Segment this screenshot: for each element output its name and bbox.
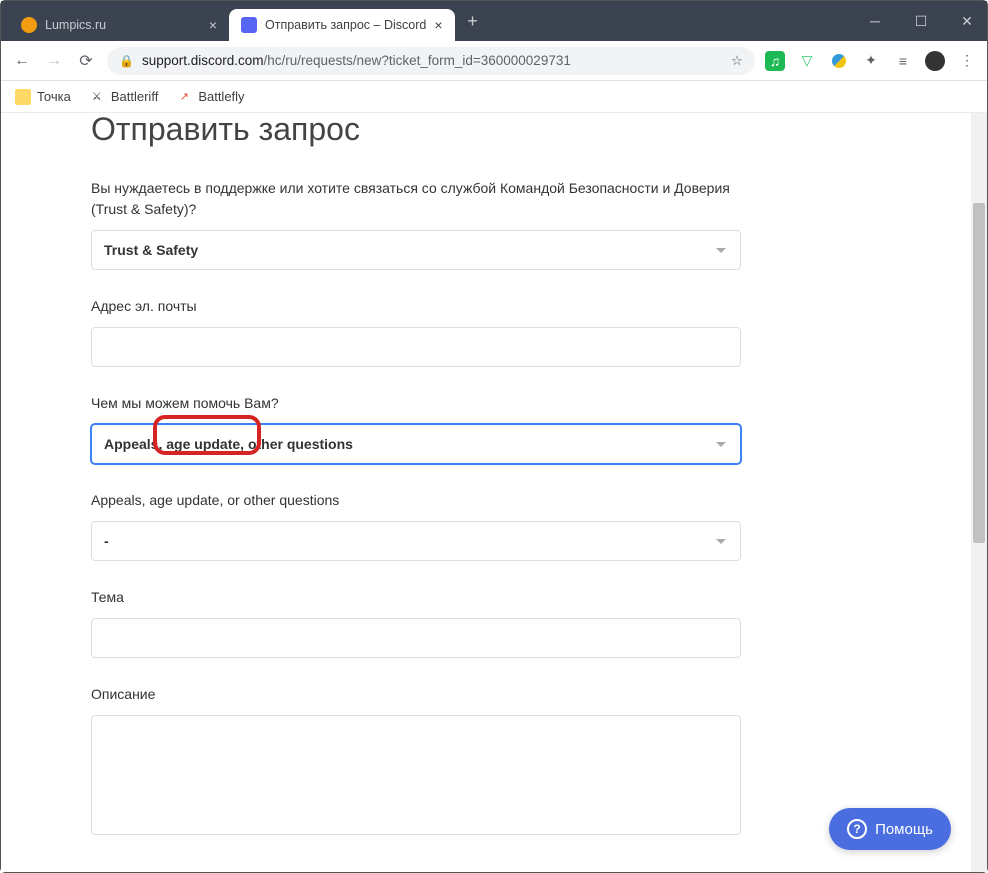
menu-icon[interactable]: ⋮ [957, 51, 977, 71]
tab-discord[interactable]: Отправить запрос – Discord × [229, 9, 455, 41]
bookmarks-bar: Точка ⚔ Battleriff ↗ Battlefly [1, 81, 987, 113]
description-textarea[interactable] [91, 715, 741, 835]
bookmark-icon: ⚔ [89, 89, 105, 105]
help-label: Помощь [875, 821, 933, 838]
description-label: Описание [91, 684, 741, 705]
scrollbar[interactable] [971, 113, 987, 872]
help-topic-label: Чем мы можем помочь Вам? [91, 393, 741, 414]
url-host: support.discord.com/hc/ru/requests/new?t… [142, 53, 571, 68]
minimize-icon[interactable]: ─ [861, 13, 889, 29]
support-type-select[interactable]: Trust & Safety [91, 230, 741, 270]
help-topic-value: Appeals, age update, other questions [104, 436, 353, 452]
back-button[interactable]: ← [11, 50, 33, 72]
favicon-discord [241, 17, 257, 33]
subject-label: Тема [91, 587, 741, 608]
address-bar[interactable]: 🔒 support.discord.com/hc/ru/requests/new… [107, 47, 755, 75]
bookmark-battleriff[interactable]: ⚔ Battleriff [89, 89, 158, 105]
extensions-icon[interactable]: ✦ [861, 51, 881, 71]
bookmark-battlefly[interactable]: ↗ Battlefly [176, 89, 244, 105]
window-controls: ─ ☐ ✕ [861, 1, 981, 41]
tab-lumpics[interactable]: Lumpics.ru × [9, 9, 229, 41]
sub-topic-value: - [104, 533, 109, 549]
lock-icon: 🔒 [119, 54, 134, 68]
bookmark-icon: ↗ [176, 89, 192, 105]
ext-icon-music[interactable]: ♫ [765, 51, 785, 71]
star-icon[interactable]: ☆ [731, 53, 743, 69]
tab-title: Отправить запрос – Discord [265, 18, 426, 32]
close-window-icon[interactable]: ✕ [953, 13, 981, 30]
email-input[interactable] [91, 327, 741, 367]
bookmark-label: Точка [37, 89, 71, 104]
help-icon: ? [847, 819, 867, 839]
support-type-label: Вы нуждаетесь в поддержке или хотите свя… [91, 178, 741, 220]
close-icon[interactable]: × [209, 17, 217, 33]
favicon-lumpics [21, 17, 37, 33]
scroll-thumb[interactable] [973, 203, 985, 543]
profile-avatar[interactable] [925, 51, 945, 71]
titlebar: Lumpics.ru × Отправить запрос – Discord … [1, 1, 987, 41]
ext-icon-circle[interactable] [829, 51, 849, 71]
browser-toolbar: ← → ⟳ 🔒 support.discord.com/hc/ru/reques… [1, 41, 987, 81]
new-tab-button[interactable]: + [459, 7, 487, 35]
maximize-icon[interactable]: ☐ [907, 13, 935, 30]
subject-input[interactable] [91, 618, 741, 658]
email-label: Адрес эл. почты [91, 296, 741, 317]
tabs-row: Lumpics.ru × Отправить запрос – Discord … [1, 1, 487, 41]
close-icon[interactable]: × [434, 17, 442, 33]
sub-topic-label: Appeals, age update, or other questions [91, 490, 741, 511]
reload-button[interactable]: ⟳ [75, 50, 97, 72]
forward-button[interactable]: → [43, 50, 65, 72]
bookmark-label: Battlefly [198, 89, 244, 104]
bookmark-icon [15, 89, 31, 105]
help-topic-select[interactable]: Appeals, age update, other questions [91, 424, 741, 464]
ext-icon-shield[interactable]: ▽ [797, 51, 817, 71]
sub-topic-select[interactable]: - [91, 521, 741, 561]
extensions: ♫ ▽ ✦ ≡ ⋮ [765, 51, 977, 71]
page-content: Отправить запрос Вы нуждаетесь в поддерж… [1, 113, 971, 872]
support-type-value: Trust & Safety [104, 242, 198, 258]
help-button[interactable]: ? Помощь [829, 808, 951, 850]
page-title: Отправить запрос [91, 113, 901, 148]
bookmark-tochka[interactable]: Точка [15, 89, 71, 105]
reading-list-icon[interactable]: ≡ [893, 51, 913, 71]
bookmark-label: Battleriff [111, 89, 158, 104]
tab-title: Lumpics.ru [45, 18, 106, 32]
